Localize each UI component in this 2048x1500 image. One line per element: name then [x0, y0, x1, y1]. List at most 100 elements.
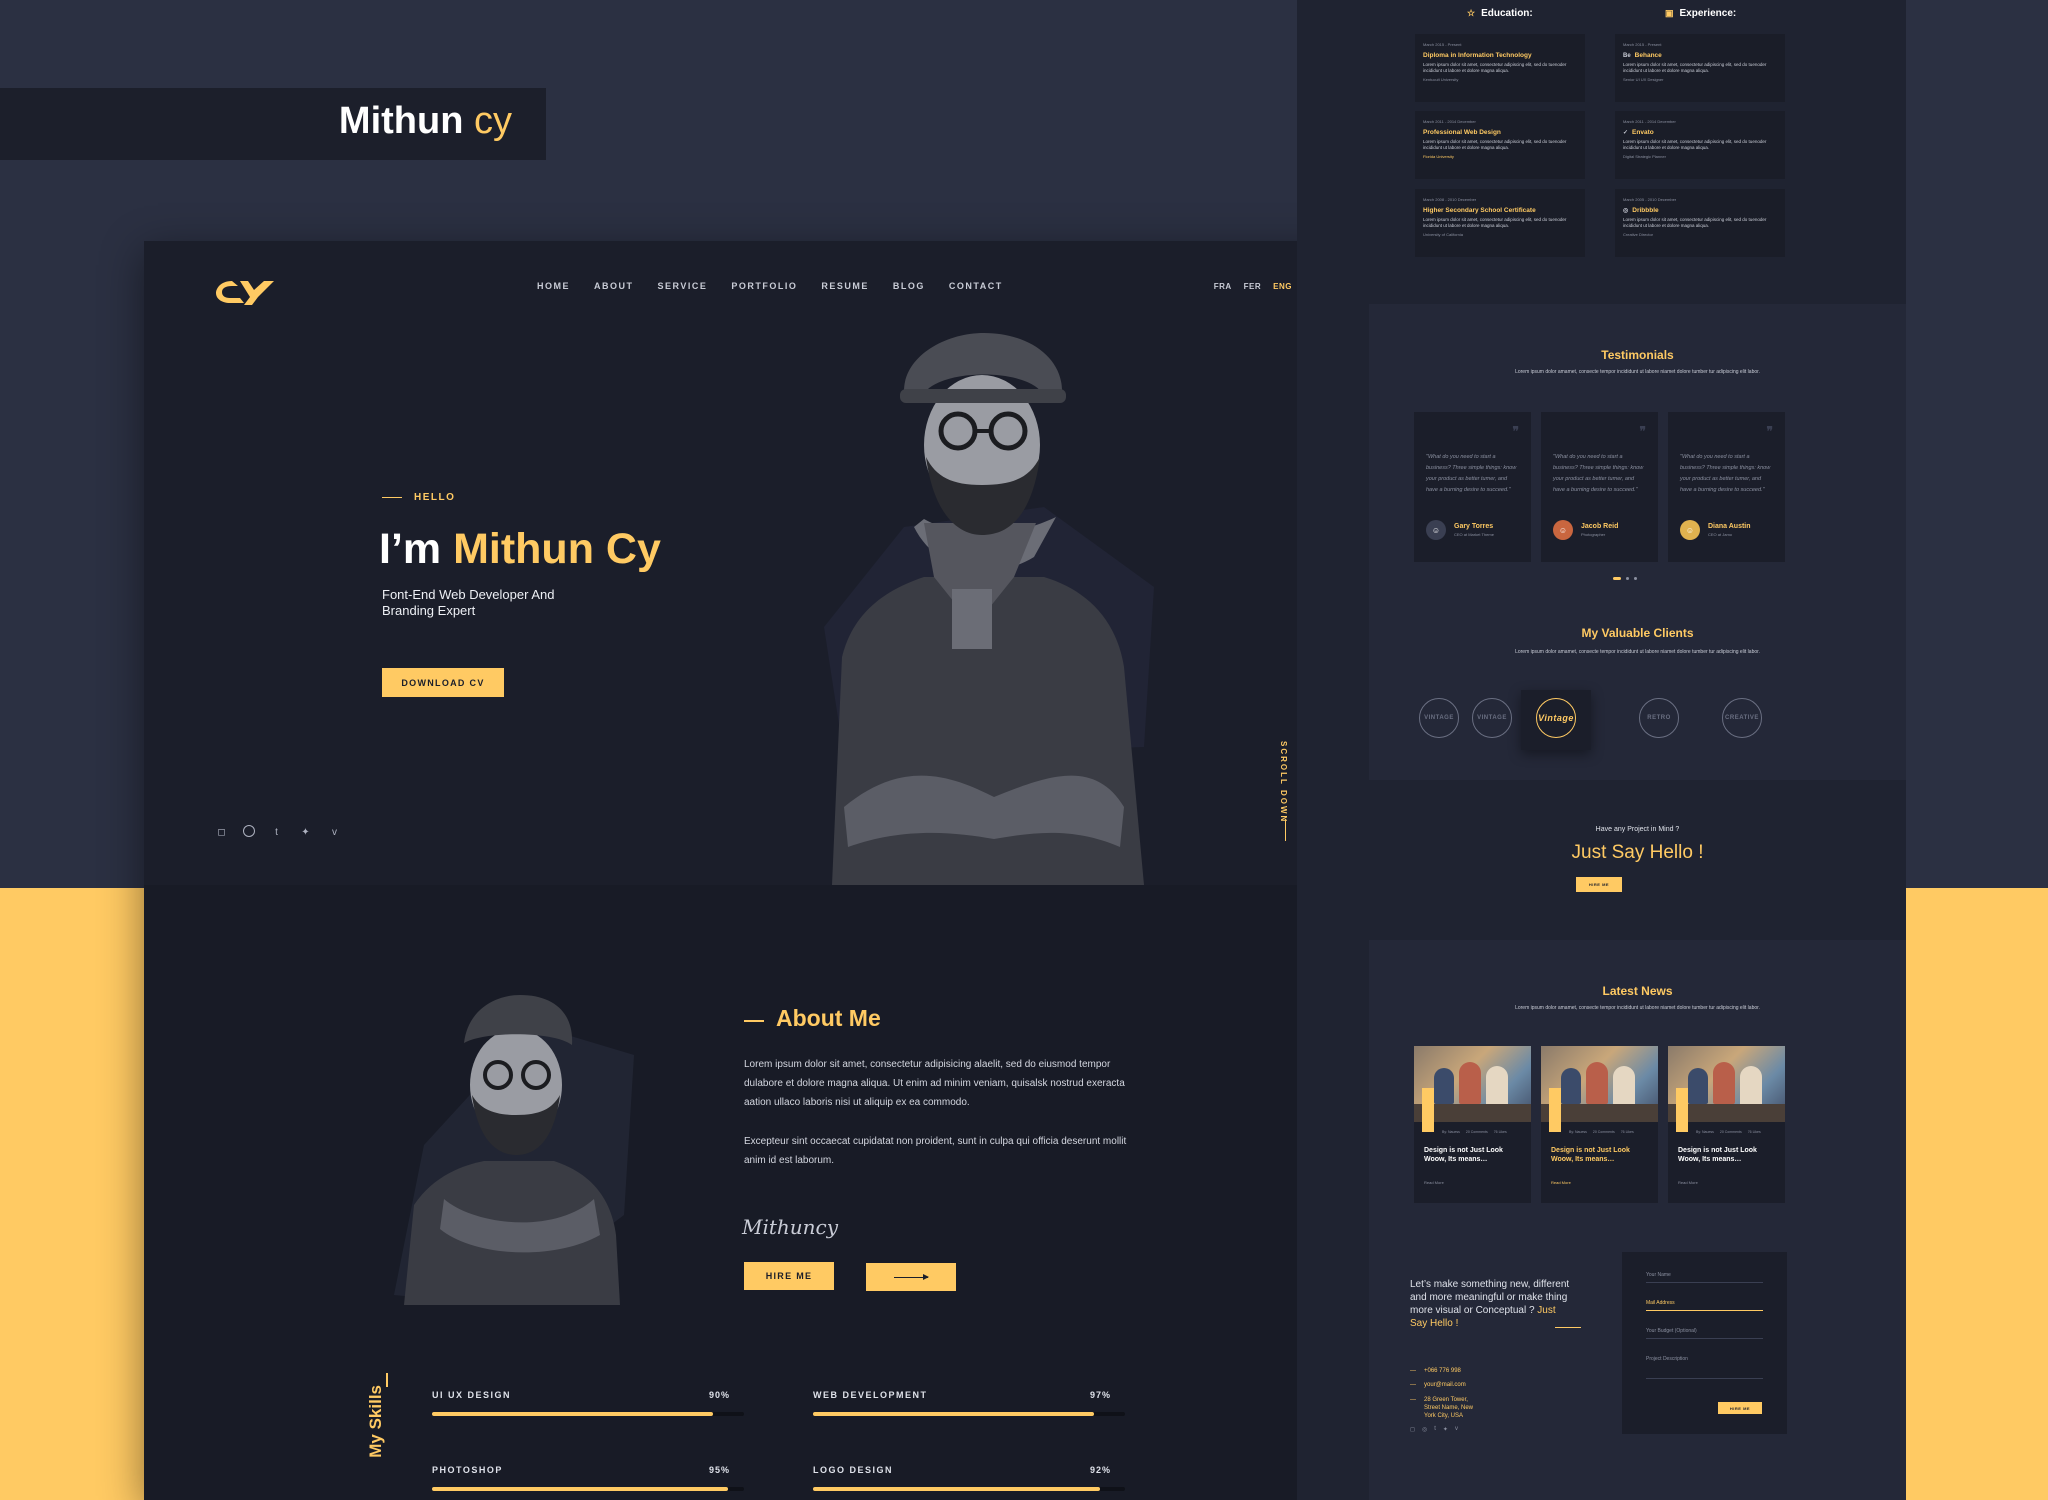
news-card[interactable]: By: Nauess 20 Comments 76 Likes Design is … [1541, 1046, 1658, 1203]
hello-label: HELLO [382, 492, 455, 503]
card-desc: Lorem ipsum dolor sit amet, consectetur … [1423, 217, 1567, 228]
hero-portrait [824, 333, 1154, 885]
dribbble-icon[interactable] [243, 825, 255, 837]
card-title: Envato [1632, 129, 1654, 136]
skill-fill [432, 1412, 713, 1416]
twitter-icon[interactable]: ✦ [1443, 1426, 1448, 1433]
nav-about[interactable]: ABOUT [594, 281, 634, 291]
main-page-preview: HOME ABOUT SERVICE PORTFOLIO RESUME BLOG… [144, 241, 1366, 1500]
form-submit-button[interactable]: HIRE ME [1718, 1402, 1762, 1414]
skill-name: LOGO DESIGN [813, 1465, 894, 1475]
arrow-right-icon [894, 1273, 929, 1280]
social-links: ◻ t ✦ v [214, 825, 342, 840]
news-likes: 76 Likes [1747, 1130, 1761, 1134]
experience-title: Experience: [1679, 8, 1737, 19]
news-meta: By: Nauess 20 Comments 76 Likes [1442, 1130, 1507, 1134]
twitter-icon[interactable]: ✦ [298, 825, 313, 840]
nav-resume[interactable]: RESUME [821, 281, 869, 291]
briefcase-icon: ▣ [1665, 8, 1674, 18]
contact-address: — 28 Green Tower, Street Name, New York C… [1410, 1396, 1484, 1420]
news-date-tag [1422, 1088, 1434, 1132]
lang-fra[interactable]: FRA [1214, 282, 1232, 291]
news-meta: By: Nauess 20 Comments 76 Likes [1696, 1130, 1761, 1134]
logo-icon[interactable] [214, 277, 276, 307]
carousel-dot[interactable] [1634, 577, 1637, 580]
hire-me-button[interactable]: HIRE ME [744, 1262, 834, 1290]
email-field[interactable]: Mail Address [1646, 1300, 1763, 1311]
carousel-dot[interactable] [1626, 577, 1629, 580]
news-likes: 76 Likes [1620, 1130, 1634, 1134]
about-title-line [744, 1020, 764, 1022]
name-field[interactable]: Your Name [1646, 1272, 1763, 1283]
banner-title-first: Mithun [338, 100, 464, 142]
testimonial-quote: "What do you need to start a business? T… [1426, 454, 1517, 493]
lang-fer[interactable]: FER [1244, 282, 1262, 291]
news-author: By: Nauess [1569, 1130, 1587, 1134]
news-comments: 20 Comments [1719, 1130, 1742, 1134]
skill-track [432, 1412, 744, 1416]
client-logo[interactable]: Vintage [1536, 698, 1576, 738]
lang-eng[interactable]: ENG [1273, 282, 1292, 291]
read-more-link[interactable]: Read More [1424, 1180, 1444, 1185]
hero-name-prefix: I’m [379, 525, 454, 573]
quote-icon: ❞ [1512, 424, 1519, 438]
nav-contact[interactable]: CONTACT [949, 281, 1003, 291]
vimeo-icon[interactable]: v [327, 825, 342, 840]
tumblr-icon[interactable]: t [1434, 1426, 1436, 1433]
news-headline[interactable]: Design is not Just Look Woow, Its means… [1424, 1146, 1524, 1164]
main-nav: HOME ABOUT SERVICE PORTFOLIO RESUME BLOG… [537, 281, 1003, 291]
contact-socials: ◻ ◎ t ✦ v [1410, 1426, 1458, 1433]
instagram-icon[interactable]: ◻ [1410, 1426, 1415, 1433]
signature: Mithuncy [742, 1215, 839, 1239]
dribbble-icon[interactable]: ◎ [1422, 1426, 1427, 1433]
nav-blog[interactable]: BLOG [893, 281, 925, 291]
download-cv-button[interactable]: DOWNLOAD CV [382, 668, 504, 697]
card-sub: Senior UI UX Designer [1623, 77, 1664, 82]
title-banner: Mithun cy [0, 88, 546, 160]
quote-icon: ❞ [1639, 424, 1646, 438]
client-logo[interactable]: RETRO [1639, 698, 1679, 738]
scroll-down[interactable]: SCROLL DOWN [1279, 741, 1293, 841]
experience-card: March 2005 - 2010 December ◎ Dribbble Lor… [1615, 189, 1785, 257]
news-headline[interactable]: Design is not Just Look Woow, Its means… [1551, 1146, 1651, 1164]
testimonials-desc: Lorem ipsum dolor amamet, consecte tempo… [1515, 369, 1760, 375]
description-field[interactable]: Project Description [1646, 1356, 1763, 1379]
news-desc: Lorem ipsum dolor amamet, consecte tempo… [1515, 1005, 1760, 1011]
nav-home[interactable]: HOME [537, 281, 570, 291]
nav-service[interactable]: SERVICE [658, 281, 708, 291]
card-title-row: Be Behance [1623, 52, 1777, 59]
news-card[interactable]: By: Nauess 20 Comments 76 Likes Design is … [1414, 1046, 1531, 1203]
skill-percent: 95% [708, 1465, 730, 1475]
behance-icon: Be [1623, 52, 1631, 59]
education-heading: ☆ Education: [1467, 8, 1533, 19]
experience-heading: ▣ Experience: [1665, 8, 1736, 19]
news-headline[interactable]: Design is not Just Look Woow, Its means… [1678, 1146, 1778, 1164]
read-more-link[interactable]: Read More [1551, 1180, 1571, 1185]
hello-hire-button[interactable]: HIRE ME [1576, 877, 1622, 892]
instagram-icon[interactable]: ◻ [214, 825, 229, 840]
skill-name: PHOTOSHOP [432, 1465, 503, 1475]
client-logo[interactable]: VINTAGE [1472, 698, 1512, 738]
banner-title-second: cy [474, 100, 512, 142]
news-card[interactable]: By: Nauess 20 Comments 76 Likes Design is … [1668, 1046, 1785, 1203]
nav-portfolio[interactable]: PORTFOLIO [731, 281, 797, 291]
email-text[interactable]: your@mail.com [1424, 1382, 1466, 1388]
author-role: CEO at Market Theme [1454, 532, 1494, 537]
tumblr-icon[interactable]: t [269, 825, 284, 840]
client-logo[interactable]: CREATIVE [1722, 698, 1762, 738]
vimeo-icon[interactable]: v [1455, 1426, 1458, 1433]
client-logo[interactable]: VINTAGE [1419, 698, 1459, 738]
next-arrow-button[interactable] [866, 1263, 956, 1291]
carousel-dot[interactable] [1613, 577, 1621, 580]
card-title: Professional Web Design [1423, 129, 1501, 136]
hero-subtitle: Font-End Web Developer And Branding Expe… [382, 587, 555, 618]
budget-field[interactable]: Your Budget (Optional) [1646, 1328, 1763, 1339]
news-section: Latest News Lorem ipsum dolor amamet, co… [1369, 940, 1906, 1500]
skill-name: UI UX DESIGN [432, 1390, 512, 1400]
mail-icon: — [1410, 1382, 1416, 1388]
education-card: March 2008 - 2010 December Higher Second… [1415, 189, 1585, 257]
card-desc: Lorem ipsum dolor sit amet, consectetur … [1623, 217, 1767, 228]
news-likes: 76 Likes [1493, 1130, 1507, 1134]
read-more-link[interactable]: Read More [1678, 1180, 1698, 1185]
graduation-cap-icon: ☆ [1467, 8, 1476, 18]
